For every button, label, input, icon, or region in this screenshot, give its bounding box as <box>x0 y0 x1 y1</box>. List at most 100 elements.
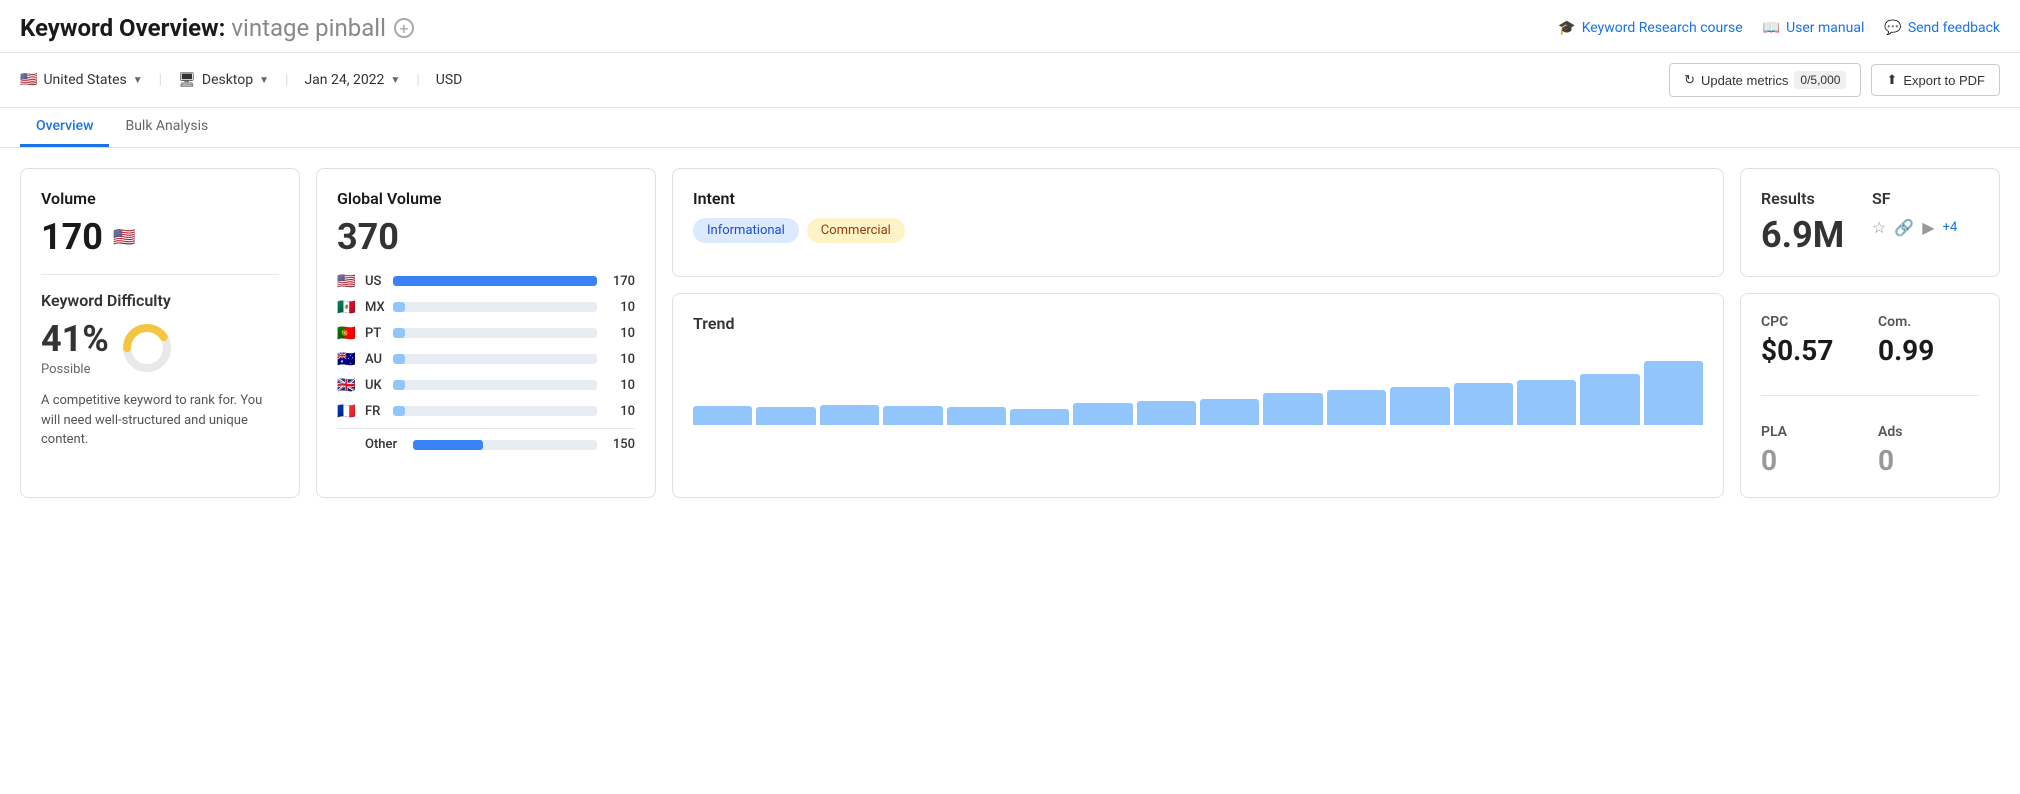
intent-badges: Informational Commercial <box>693 218 1703 243</box>
separator-3: | <box>416 72 419 88</box>
cpc-grid: CPC $0.57 Com. 0.99 PLA 0 Ads 0 <box>1761 314 1979 477</box>
bar-track-au <box>393 354 597 364</box>
user-manual-link[interactable]: 📖 User manual <box>1763 20 1865 36</box>
cpc-label: CPC <box>1761 314 1862 330</box>
kd-value: 41% <box>41 318 109 360</box>
global-volume-label: Global Volume <box>337 189 635 208</box>
val-mx: 10 <box>605 300 635 315</box>
toolbar-left: 🇺🇸 United States ▼ | 🖥 Desktop ▼ | Jan 2… <box>20 72 462 88</box>
volume-value: 170 <box>41 216 103 258</box>
sf-label: SF <box>1872 189 1979 208</box>
user-manual-label: User manual <box>1786 20 1864 36</box>
tabs: Overview Bulk Analysis <box>0 108 2020 148</box>
trend-bar-8 <box>1137 401 1196 425</box>
trend-bar-2 <box>756 407 815 425</box>
trend-bar-4 <box>883 406 942 425</box>
volume-card: Volume 170 🇺🇸 Keyword Difficulty 41% Pos… <box>20 168 300 498</box>
ads-label: Ads <box>1878 424 1979 440</box>
badge-informational: Informational <box>693 218 799 243</box>
other-label: Other <box>365 437 405 452</box>
com-value: 0.99 <box>1878 334 1979 367</box>
sf-section: SF ☆ 🔗 ▶ +4 <box>1872 189 1979 256</box>
tab-bulk-analysis[interactable]: Bulk Analysis <box>109 108 224 147</box>
bar-divider <box>337 428 635 429</box>
export-icon: ⬆ <box>1886 72 1897 88</box>
date-selector[interactable]: Jan 24, 2022 ▼ <box>304 72 400 88</box>
top-right-row: Intent Informational Commercial Results … <box>672 168 2000 277</box>
cpc-section: CPC $0.57 <box>1761 314 1862 367</box>
trend-bars <box>693 345 1703 425</box>
right-section: Intent Informational Commercial Results … <box>672 168 2000 498</box>
results-value: 6.9M <box>1761 214 1868 256</box>
trend-bar-9 <box>1200 399 1259 425</box>
keyword-course-link[interactable]: 🎓 Keyword Research course <box>1558 20 1742 36</box>
trend-label: Trend <box>693 314 1703 333</box>
separator-1: | <box>159 72 162 88</box>
flag-pt: 🇵🇹 <box>337 324 357 342</box>
bar-track-mx <box>393 302 597 312</box>
bar-track-other <box>413 440 597 450</box>
trend-bar-15 <box>1580 374 1639 425</box>
add-keyword-button[interactable]: + <box>394 18 414 38</box>
pla-value: 0 <box>1761 444 1862 477</box>
star-icon: ☆ <box>1872 218 1886 237</box>
val-fr: 10 <box>605 404 635 419</box>
com-label: Com. <box>1878 314 1979 330</box>
trend-bar-6 <box>1010 409 1069 425</box>
date-label: Jan 24, 2022 <box>304 72 384 88</box>
val-uk: 10 <box>605 378 635 393</box>
cpc-card: CPC $0.57 Com. 0.99 PLA 0 Ads 0 <box>1740 293 2000 498</box>
keyword-course-label: Keyword Research course <box>1582 20 1743 36</box>
update-metrics-label: Update metrics <box>1701 73 1788 88</box>
kd-description: A competitive keyword to rank for. You w… <box>41 391 279 450</box>
volume-divider <box>41 274 279 275</box>
trend-bar-10 <box>1263 393 1322 425</box>
device-selector[interactable]: 🖥 Desktop ▼ <box>178 72 269 88</box>
kd-section: Keyword Difficulty 41% Possible A compet… <box>41 291 279 450</box>
results-card: Results 6.9M SF ☆ 🔗 ▶ +4 <box>1740 168 2000 277</box>
export-pdf-button[interactable]: ⬆ Export to PDF <box>1871 64 2000 96</box>
results-sf-grid: Results 6.9M SF ☆ 🔗 ▶ +4 <box>1761 189 1979 256</box>
desktop-icon: 🖥 <box>178 72 196 88</box>
bar-row-pt: 🇵🇹 PT 10 <box>337 324 635 342</box>
country-label: United States <box>43 72 126 88</box>
country-selector[interactable]: 🇺🇸 United States ▼ <box>20 72 143 88</box>
separator-2: | <box>285 72 288 88</box>
results-section: Results 6.9M <box>1761 189 1868 256</box>
tab-overview[interactable]: Overview <box>20 108 109 147</box>
trend-bar-1 <box>693 406 752 425</box>
header-right: 🎓 Keyword Research course 📖 User manual … <box>1558 20 2000 36</box>
sf-icons: ☆ 🔗 ▶ +4 <box>1872 218 1979 237</box>
kd-sub: Possible <box>41 362 109 377</box>
country-chevron-icon: ▼ <box>133 75 143 86</box>
flag-au: 🇦🇺 <box>337 350 357 368</box>
code-au: AU <box>365 352 385 367</box>
code-uk: UK <box>365 378 385 393</box>
pla-section: PLA 0 <box>1761 424 1862 477</box>
update-metrics-button[interactable]: ↻ Update metrics 0/5,000 <box>1669 63 1861 97</box>
trend-bar-13 <box>1454 383 1513 425</box>
code-fr: FR <box>365 404 385 419</box>
bar-track-us <box>393 276 597 286</box>
bar-row-au: 🇦🇺 AU 10 <box>337 350 635 368</box>
graduation-cap-icon: 🎓 <box>1558 20 1575 36</box>
intent-label: Intent <box>693 189 1703 208</box>
flag-fr: 🇫🇷 <box>337 402 357 420</box>
title-keyword: vintage pinball <box>231 14 386 42</box>
global-volume-card: Global Volume 370 🇺🇸 US 170 🇲🇽 MX 10 🇵🇹 … <box>316 168 656 498</box>
cpc-divider <box>1761 395 1979 396</box>
video-icon: ▶ <box>1922 218 1934 237</box>
sf-more-label[interactable]: +4 <box>1943 220 1958 235</box>
toolbar-right: ↻ Update metrics 0/5,000 ⬆ Export to PDF <box>1669 63 2000 97</box>
bar-row-us: 🇺🇸 US 170 <box>337 272 635 290</box>
date-chevron-icon: ▼ <box>390 75 400 86</box>
kd-donut <box>121 322 173 374</box>
bar-fill-fr <box>393 406 405 416</box>
code-mx: MX <box>365 300 385 315</box>
badge-commercial: Commercial <box>807 218 905 243</box>
kd-row: 41% Possible <box>41 318 279 377</box>
bar-fill-us <box>393 276 597 286</box>
send-feedback-link[interactable]: 💬 Send feedback <box>1884 20 2000 36</box>
code-us: US <box>365 274 385 289</box>
bar-fill-mx <box>393 302 405 312</box>
